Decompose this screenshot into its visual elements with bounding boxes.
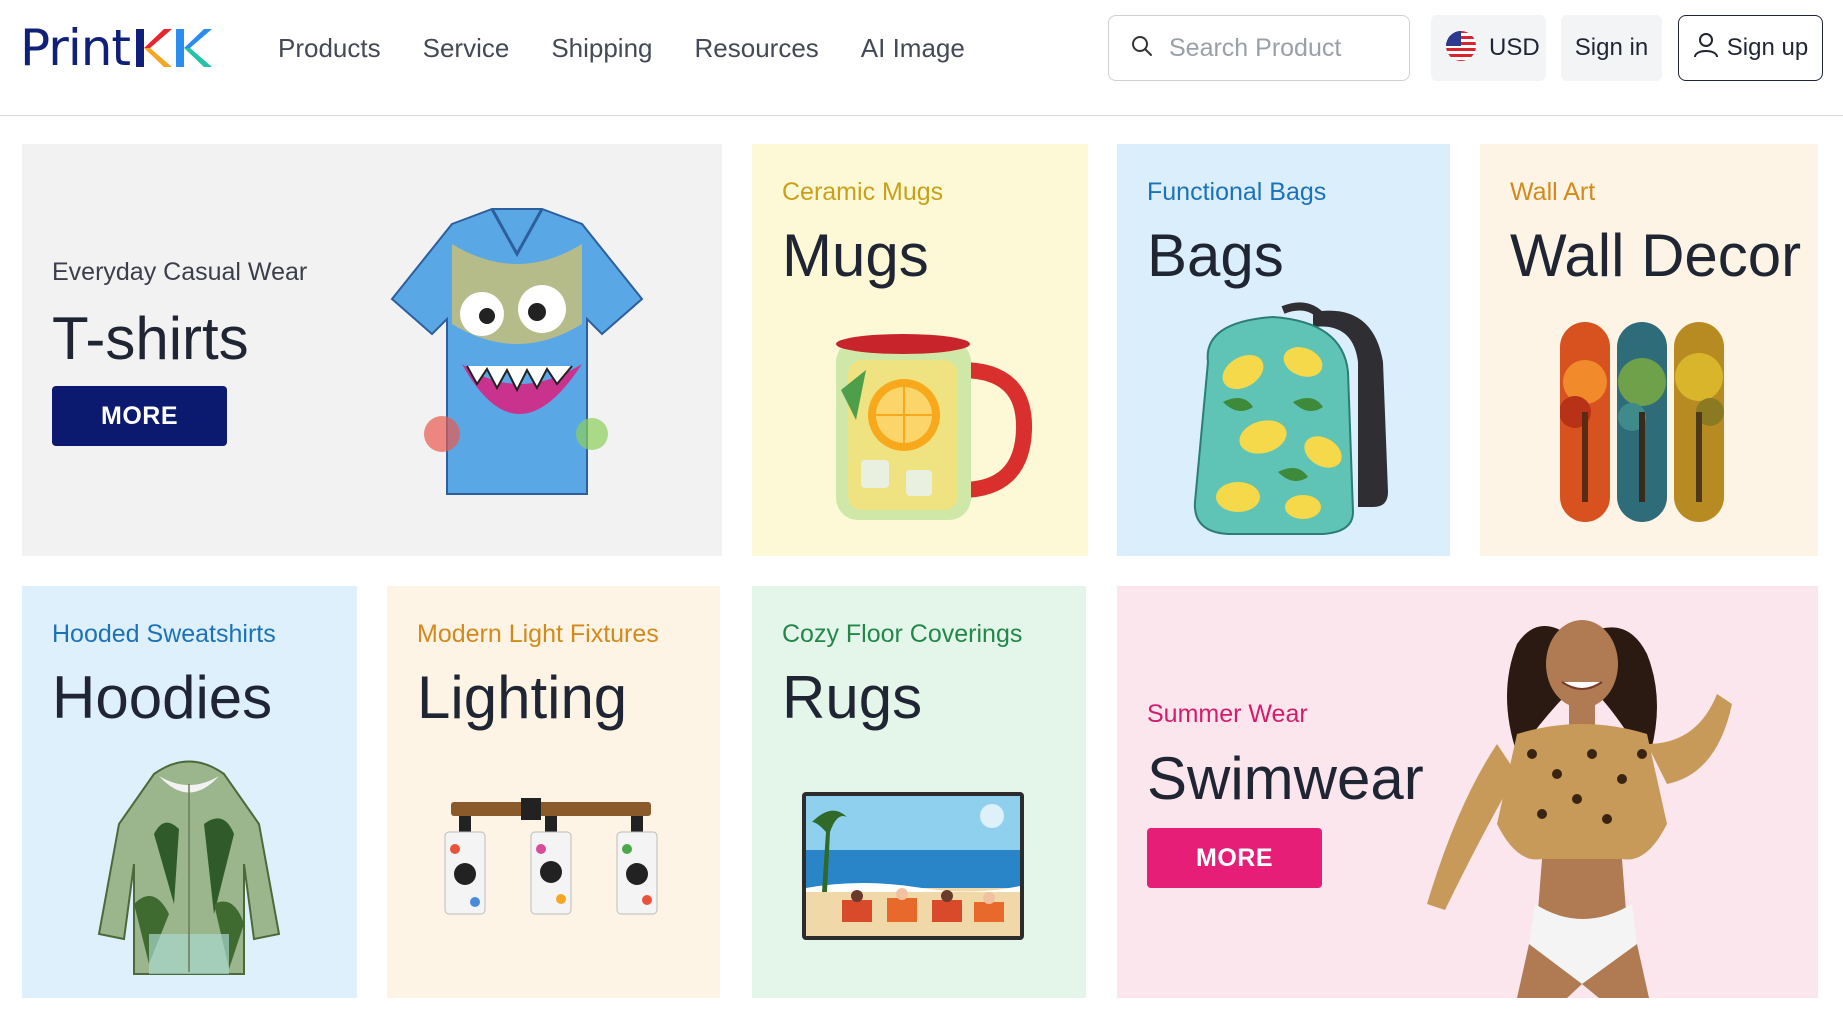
us-flag-icon <box>1445 30 1477 67</box>
card-subtitle: Everyday Casual Wear <box>52 258 308 286</box>
category-card-tshirts[interactable]: Everyday Casual Wear T-shirts MORE <box>22 144 722 556</box>
category-card-hoodies[interactable]: Hooded Sweatshirts Hoodies <box>22 586 357 998</box>
card-title: Mugs <box>782 222 929 289</box>
palm-hoodie-image <box>94 754 284 984</box>
card-title: T-shirts <box>52 305 249 372</box>
category-card-swimwear[interactable]: Summer Wear Swimwear MORE <box>1117 586 1818 998</box>
printkk-logo[interactable]: Print <box>20 20 216 76</box>
search-icon <box>1131 35 1153 62</box>
category-card-rugs[interactable]: Cozy Floor Coverings Rugs <box>752 586 1086 998</box>
user-icon <box>1693 32 1719 65</box>
tshirts-more-button[interactable]: MORE <box>52 386 227 446</box>
cat-light-fixture-image <box>441 794 661 929</box>
lemon-backpack-image <box>1183 302 1403 547</box>
tree-panels-image <box>1559 322 1725 533</box>
category-card-mugs[interactable]: Ceramic Mugs Mugs <box>752 144 1088 556</box>
card-title: Swimwear <box>1147 745 1424 812</box>
currency-label: USD <box>1489 34 1540 61</box>
card-subtitle: Wall Art <box>1510 178 1596 206</box>
card-title: Lighting <box>417 664 628 731</box>
category-card-bags[interactable]: Functional Bags Bags <box>1117 144 1450 556</box>
site-header: Print Products Service Shipping Resource… <box>0 0 1843 116</box>
beach-rug-image <box>802 792 1024 945</box>
nav-resources[interactable]: Resources <box>695 28 819 68</box>
lemonade-mug-image <box>826 330 1036 535</box>
search-input[interactable] <box>1169 33 1389 63</box>
sign-up-button[interactable]: Sign up <box>1678 15 1823 81</box>
card-subtitle: Modern Light Fixtures <box>417 620 659 648</box>
card-title: Wall Decor <box>1510 222 1802 289</box>
card-subtitle: Cozy Floor Coverings <box>782 620 1023 648</box>
nav-shipping[interactable]: Shipping <box>551 28 652 68</box>
category-card-wall-decor[interactable]: Wall Art Wall Decor <box>1480 144 1818 556</box>
logo-kk-mark <box>134 25 216 71</box>
currency-selector[interactable]: USD <box>1431 15 1546 81</box>
search-box[interactable] <box>1108 15 1410 81</box>
card-subtitle: Ceramic Mugs <box>782 178 944 206</box>
card-subtitle: Hooded Sweatshirts <box>52 620 276 648</box>
category-card-lighting[interactable]: Modern Light Fixtures Lighting <box>387 586 720 998</box>
card-subtitle: Summer Wear <box>1147 700 1308 728</box>
main-nav: Products Service Shipping Resources AI I… <box>278 28 1007 68</box>
sign-up-label: Sign up <box>1726 34 1809 61</box>
card-title: Rugs <box>782 664 923 731</box>
nav-products[interactable]: Products <box>278 28 381 68</box>
nav-service[interactable]: Service <box>423 28 510 68</box>
logo-print-text: Print <box>20 19 131 77</box>
card-title: Hoodies <box>52 664 273 731</box>
nav-ai-image[interactable]: AI Image <box>861 28 965 68</box>
model-swimwear-image <box>1417 604 1737 998</box>
card-title: Bags <box>1147 222 1284 289</box>
hawaiian-shirt-image <box>382 204 652 509</box>
swimwear-more-button[interactable]: MORE <box>1147 828 1322 888</box>
card-subtitle: Functional Bags <box>1147 178 1327 206</box>
sign-in-button[interactable]: Sign in <box>1561 15 1662 81</box>
